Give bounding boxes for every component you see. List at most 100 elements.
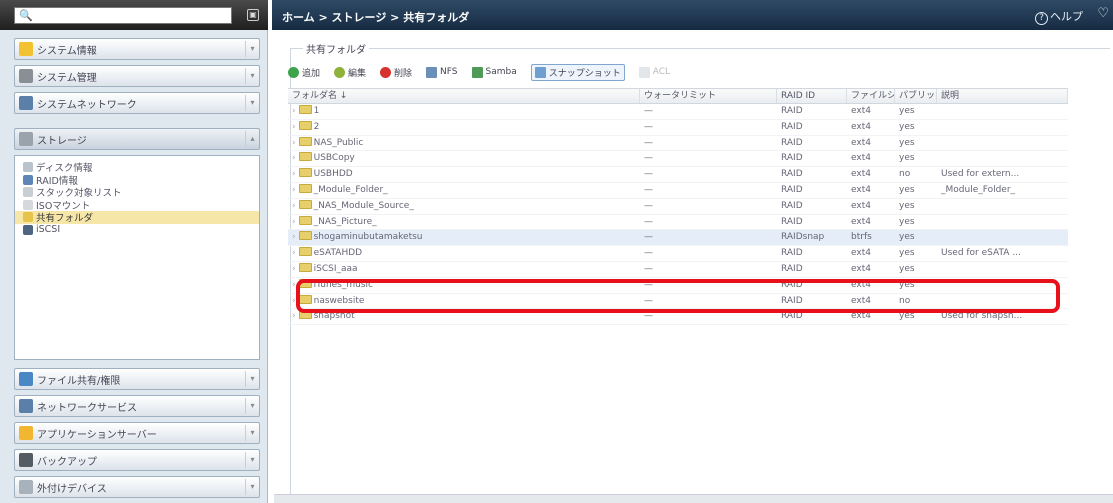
expand-icon[interactable]: ›	[292, 138, 296, 148]
expand-icon[interactable]: ›	[292, 296, 296, 306]
expand-icon[interactable]: ›	[292, 217, 296, 227]
menu-label: バックアップ	[37, 456, 97, 468]
menu-backup[interactable]: バックアップ ▾	[14, 449, 260, 471]
table-row[interactable]: › 2— RAID ext4 yes	[288, 120, 1068, 136]
edit-button[interactable]: 編集	[334, 66, 366, 79]
menu-external-device[interactable]: 外付けデバイス ▾	[14, 476, 260, 498]
samba-label: Samba	[485, 67, 517, 77]
cell-public: yes	[899, 279, 915, 290]
table-row[interactable]: › shogaminubutamaketsu — RAIDsnap btrfs yes	[288, 230, 1068, 247]
sidebar-item-iso-mount[interactable]: ISOマウント	[15, 199, 259, 212]
expand-icon[interactable]: ›	[292, 122, 296, 132]
nfs-button[interactable]: NFS	[426, 66, 458, 78]
menu-file-sharing[interactable]: ファイル共有/権限 ▾	[14, 368, 260, 390]
search-icon: 🔍	[19, 9, 33, 22]
edit-label: 編集	[348, 68, 367, 79]
cell-raid: RAID	[781, 137, 803, 148]
cell-quota: —	[644, 248, 653, 259]
table-row[interactable]: › _Module_Folder_ — RAID ext4 yes _Module_Fold…	[288, 183, 1068, 199]
column-header-raid[interactable]: RAID ID	[777, 89, 847, 103]
cell-quota: —	[644, 137, 653, 148]
cell-raid: RAID	[781, 106, 803, 116]
column-header-filesystem[interactable]: ファイルシ...	[847, 89, 895, 103]
menu-label: 外付けデバイス	[37, 483, 107, 495]
cell-public: no	[899, 295, 911, 306]
table-row[interactable]: › iSCSI_aaa — RAID ext4 yes	[288, 262, 1068, 278]
table-row[interactable]: › _NAS_Module_Source_ — RAID ext4 yes	[288, 199, 1068, 215]
cell-public: no	[899, 169, 911, 180]
delete-label: 削除	[394, 68, 413, 79]
column-header-public[interactable]: パブリック	[895, 89, 937, 103]
menu-label: システムネットワーク	[37, 99, 137, 111]
sidebar-item-raid-info[interactable]: RAID情報	[15, 174, 259, 187]
cell-raid: RAIDsnap	[781, 232, 825, 243]
expand-icon[interactable]: ›	[292, 280, 296, 290]
sidebar-item-iscsi[interactable]: iSCSI	[15, 224, 259, 237]
delete-button[interactable]: 削除	[380, 66, 412, 79]
menu-storage[interactable]: ストレージ ▴	[14, 128, 260, 150]
expand-icon[interactable]: ›	[292, 311, 296, 321]
cell-desc	[937, 120, 1068, 135]
chevron-down-icon: ▾	[245, 398, 259, 414]
folder-name: USBCopy	[313, 153, 355, 164]
expand-icon[interactable]: ›	[292, 169, 296, 179]
search-input[interactable]: 🔍	[14, 7, 232, 24]
table-row[interactable]: › _NAS_Picture_ — RAID ext4 yes	[288, 215, 1068, 231]
expand-icon[interactable]: ›	[292, 264, 296, 274]
cell-fs: btrfs	[851, 232, 872, 243]
table-row[interactable]: › NAS_Public — RAID ext4 yes	[288, 136, 1068, 152]
cell-fs: ext4	[851, 295, 871, 306]
sidebar-item-disk-info[interactable]: ディスク情報	[15, 161, 259, 174]
collapse-icon[interactable]: ▣	[247, 9, 259, 21]
table-row[interactable]: › USBHDD — RAID ext4 no Used for extern...	[288, 167, 1068, 183]
expand-icon[interactable]: ›	[292, 232, 296, 242]
menu-network-service[interactable]: ネットワークサービス ▾	[14, 395, 260, 417]
cell-quota: —	[644, 295, 653, 306]
add-button[interactable]: 追加	[288, 66, 320, 79]
horizontal-scrollbar[interactable]	[274, 494, 1113, 503]
menu-system-info[interactable]: システム情報 ▾	[14, 38, 260, 60]
snapshot-icon	[534, 66, 546, 78]
folder-name: _NAS_Module_Source_	[313, 200, 414, 211]
sidebar-item-stack-list[interactable]: スタック対象リスト	[15, 186, 259, 199]
snapshot-button[interactable]: スナップショット	[530, 63, 625, 81]
cell-quota: —	[644, 263, 653, 274]
share-icon	[19, 372, 33, 386]
expand-icon[interactable]: ›	[292, 185, 296, 195]
menu-app-server[interactable]: アプリケーションサーバー ▾	[14, 422, 260, 444]
samba-button[interactable]: Samba	[471, 66, 517, 78]
table-row[interactable]: › snapshot — RAID ext4 yes Used for snapsh...	[288, 309, 1068, 326]
cell-desc	[937, 215, 1068, 230]
menu-system-admin[interactable]: システム管理 ▾	[14, 65, 260, 87]
network-icon	[19, 96, 33, 110]
help-button[interactable]: ? ヘルプ	[1035, 8, 1083, 25]
column-header-folder[interactable]: フォルダ名 ↓	[288, 89, 640, 103]
column-header-quota[interactable]: ウォータリミット	[640, 89, 777, 103]
cell-name: › iSCSI_aaa	[288, 262, 640, 277]
folder-icon	[298, 152, 312, 162]
user-icon[interactable]: ♡	[1097, 6, 1109, 21]
menu-system-network[interactable]: システムネットワーク ▾	[14, 92, 260, 114]
expand-icon[interactable]: ›	[292, 201, 296, 211]
table-row[interactable]: › eSATAHDD — RAID ext4 yes Used for eSATA ...	[288, 246, 1068, 262]
tools-icon	[19, 69, 33, 83]
table-row[interactable]: › 1— RAID ext4 yes	[288, 104, 1068, 120]
table-row[interactable]: › USBCopy — RAID ext4 yes	[288, 151, 1068, 168]
main-content: ホーム > ストレージ > 共有フォルダ ? ヘルプ ♡ 共有フォルダ 追加 編集…	[272, 0, 1113, 503]
expand-icon[interactable]: ›	[292, 153, 296, 163]
cell-quota: —	[644, 311, 653, 322]
table-row[interactable]: › iTunes_music — RAID ext4 yes	[288, 278, 1068, 294]
stack-icon	[23, 187, 33, 198]
column-header-description[interactable]: 説明	[937, 89, 1068, 103]
table-row[interactable]: › naswebsite — RAID ext4 no	[288, 294, 1068, 310]
expand-icon[interactable]: ›	[292, 248, 296, 258]
cell-name: › USBCopy	[288, 151, 640, 166]
acl-button[interactable]: ACL	[638, 66, 671, 78]
acl-label: ACL	[652, 67, 671, 77]
sidebar-item-label: iSCSI	[36, 224, 61, 236]
menu-label: システム情報	[37, 45, 97, 57]
folder-icon	[298, 105, 312, 114]
cell-raid: RAID	[781, 184, 803, 195]
expand-icon[interactable]: ›	[292, 106, 296, 116]
sidebar-item-shared-folder[interactable]: 共有フォルダ	[15, 211, 259, 224]
